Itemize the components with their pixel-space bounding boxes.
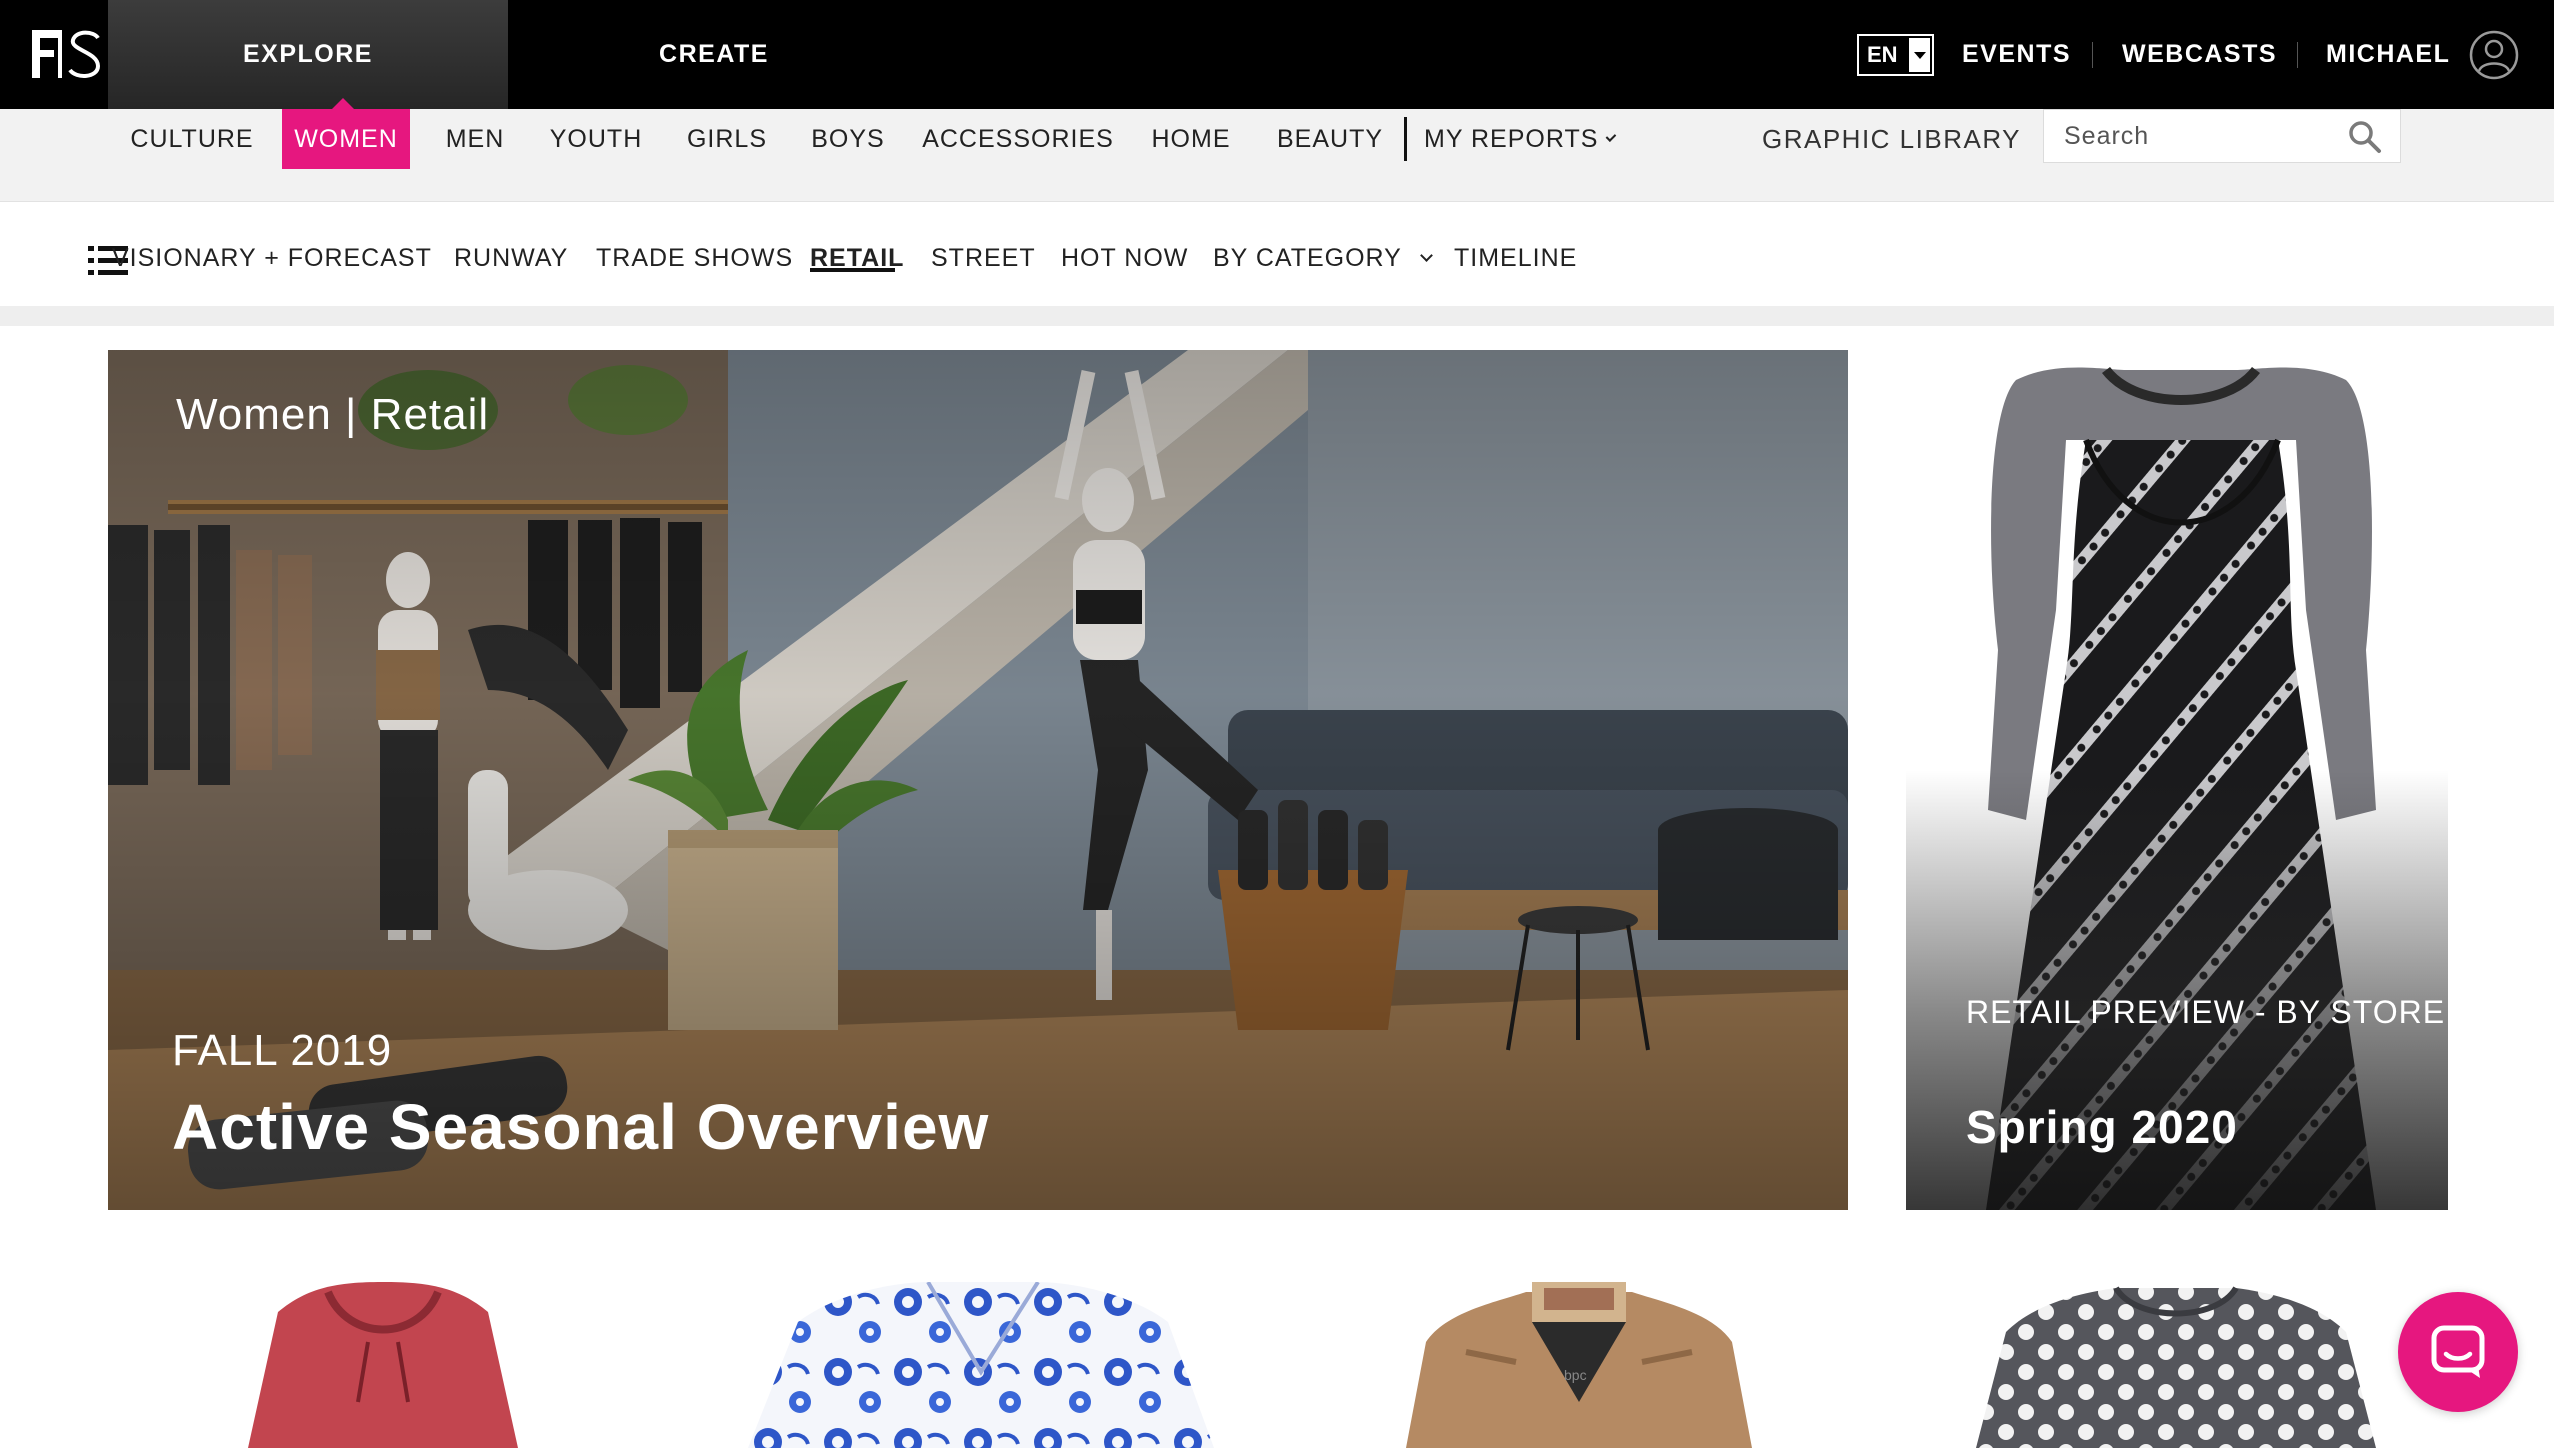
hero-title: Active Seasonal Overview [172, 1091, 990, 1163]
category-culture[interactable]: CULTURE [120, 109, 264, 169]
caret-down-icon [1909, 38, 1930, 72]
divider [2092, 42, 2093, 68]
subnav-visionary-forecast[interactable]: VISIONARY + FORECAST [112, 238, 432, 278]
active-subnav-underline [810, 268, 895, 272]
red-top-image [248, 1282, 518, 1448]
polka-dot-top-image [1976, 1286, 2376, 1448]
trench-coat-image: bpc [1406, 1282, 1752, 1448]
chevron-down-icon [1419, 248, 1433, 262]
side-card-title: Spring 2020 [1966, 1101, 2238, 1153]
subnav-hot-now[interactable]: HOT NOW [1061, 238, 1188, 278]
hero-kicker: Women | Retail [176, 390, 490, 439]
top-bar: EXPLORE CREATE EN EVENTS WEBCASTS MICHAE… [0, 0, 2554, 109]
subnav-timeline[interactable]: TIMELINE [1454, 238, 1577, 278]
search-icon[interactable] [2348, 120, 2382, 154]
category-bar: CULTURE WOMEN MEN YOUTH GIRLS BOYS ACCES… [0, 109, 2554, 202]
language-code: EN [1867, 42, 1898, 67]
category-boys[interactable]: BOYS [804, 109, 892, 169]
chat-launcher-button[interactable] [2398, 1292, 2518, 1412]
product-card-trench-coat[interactable]: bpc [1406, 1282, 1752, 1448]
sub-navigation: VISIONARY + FORECAST RUNWAY TRADE SHOWS … [0, 202, 2554, 306]
side-card-kicker: RETAIL PREVIEW - BY STORE [1966, 994, 2446, 1030]
divider [2297, 42, 2298, 68]
floral-top-image [748, 1282, 1214, 1448]
side-feature-card[interactable]: RETAIL PREVIEW - BY STORE Spring 2020 [1906, 350, 2448, 1210]
language-select[interactable]: EN [1857, 34, 1934, 76]
category-accessories[interactable]: ACCESSORIES [920, 109, 1116, 169]
events-link[interactable]: EVENTS [1962, 0, 2071, 109]
active-category-notch [332, 98, 354, 109]
chat-bubble-icon [2431, 1325, 2485, 1378]
chevron-down-icon [1606, 130, 1617, 142]
tab-create[interactable]: CREATE [508, 0, 920, 109]
user-menu-link[interactable]: MICHAEL [2326, 0, 2450, 109]
subnav-by-category[interactable]: BY CATEGORY [1213, 238, 1433, 278]
tab-explore[interactable]: EXPLORE [108, 0, 508, 109]
category-home[interactable]: HOME [1146, 109, 1236, 169]
subnav-trade-shows[interactable]: TRADE SHOWS [596, 238, 793, 278]
category-beauty[interactable]: BEAUTY [1272, 109, 1388, 169]
section-divider [0, 306, 2554, 326]
by-category-label: BY CATEGORY [1213, 243, 1402, 272]
svg-text:bpc: bpc [1564, 1367, 1587, 1383]
search-input[interactable] [2044, 121, 2334, 151]
search-box [2043, 109, 2401, 163]
webcasts-link[interactable]: WEBCASTS [2122, 0, 2277, 109]
category-girls[interactable]: GIRLS [676, 109, 778, 169]
product-card-red-top[interactable] [218, 1282, 548, 1448]
hero-season: FALL 2019 [172, 1026, 393, 1075]
product-card-floral-top[interactable] [748, 1282, 1214, 1448]
fs-logo[interactable] [28, 26, 104, 82]
category-men[interactable]: MEN [432, 109, 518, 169]
my-reports-label: MY REPORTS [1424, 124, 1599, 153]
fs-logo-mark [32, 30, 101, 78]
hero-card[interactable]: Women | Retail FALL 2019 Active Seasonal… [108, 350, 1848, 1210]
user-avatar-icon[interactable] [2469, 30, 2519, 80]
divider [1404, 117, 1407, 161]
category-youth[interactable]: YOUTH [542, 109, 650, 169]
subnav-street[interactable]: STREET [931, 238, 1036, 278]
product-card-polka-top[interactable] [1976, 1282, 2376, 1448]
my-reports-dropdown[interactable]: MY REPORTS [1424, 109, 1617, 169]
hero-overlay [108, 350, 1848, 1210]
graphic-library-link[interactable]: GRAPHIC LIBRARY [1762, 109, 2021, 169]
subnav-runway[interactable]: RUNWAY [454, 238, 568, 278]
category-women[interactable]: WOMEN [282, 109, 410, 169]
subnav-retail[interactable]: RETAIL [810, 238, 904, 278]
